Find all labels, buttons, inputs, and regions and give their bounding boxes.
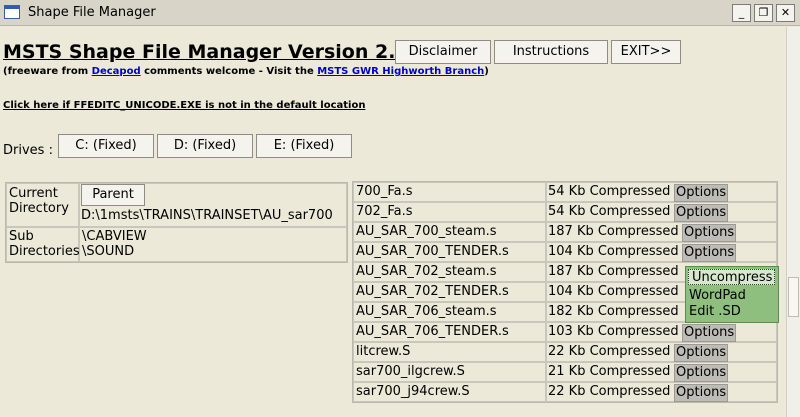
highworth-branch-link[interactable]: MSTS GWR Highworth Branch bbox=[317, 66, 484, 77]
close-icon[interactable]: ✕ bbox=[776, 4, 795, 22]
menu-item-uncompress[interactable]: Uncompress bbox=[688, 269, 775, 285]
subdir-cabview[interactable]: \CABVIEW bbox=[82, 229, 346, 244]
vertical-scrollbar[interactable] bbox=[786, 27, 800, 417]
file-row: 702_Fa.s 54 Kb Compressed Options bbox=[353, 202, 777, 222]
file-row: AU_SAR_706_TENDER.s 103 Kb Compressed Opt… bbox=[353, 322, 777, 342]
file-name: AU_SAR_706_TENDER.s bbox=[353, 322, 546, 342]
options-button[interactable]: Options bbox=[674, 364, 729, 382]
file-size: 104 Kb Compressed Options bbox=[546, 242, 777, 262]
options-button[interactable]: Options bbox=[674, 344, 729, 362]
file-size: 22 Kb Compressed Options bbox=[546, 382, 777, 402]
file-row: 700_Fa.s 54 Kb Compressed Options bbox=[353, 182, 777, 202]
minimize-icon[interactable]: _ bbox=[732, 4, 751, 22]
menu-item-wordpad[interactable]: WordPad bbox=[686, 288, 778, 304]
exit-button[interactable]: EXIT>> bbox=[611, 40, 681, 64]
app-window-icon bbox=[4, 5, 20, 19]
current-directory-label: Current Directory bbox=[6, 183, 79, 227]
client-area: MSTS Shape File Manager Version 2.4 Disc… bbox=[0, 27, 786, 417]
app-heading: MSTS Shape File Manager Version 2.4 bbox=[3, 41, 409, 63]
parent-button[interactable]: Parent bbox=[81, 184, 145, 206]
file-size: 21 Kb Compressed Options bbox=[546, 362, 777, 382]
window-title: Shape File Manager bbox=[28, 5, 156, 20]
freeware-note: (freeware from Decapod comments welcome … bbox=[3, 66, 489, 77]
options-button[interactable]: Options bbox=[674, 384, 729, 402]
title-bar: Shape File Manager _ ❐ ✕ bbox=[0, 0, 800, 26]
file-name: sar700_j94crew.S bbox=[353, 382, 546, 402]
drive-c-button[interactable]: C: (Fixed) bbox=[58, 134, 154, 158]
file-row: AU_SAR_700_TENDER.s 104 Kb Compressed Opt… bbox=[353, 242, 777, 262]
maximize-icon[interactable]: ❐ bbox=[754, 4, 773, 22]
instructions-button[interactable]: Instructions bbox=[494, 40, 608, 64]
drive-d-button[interactable]: D: (Fixed) bbox=[157, 134, 253, 158]
options-popup-menu: Uncompress WordPad Edit .SD bbox=[685, 266, 779, 323]
options-button[interactable]: Options bbox=[674, 184, 729, 202]
drives-label: Drives : bbox=[3, 143, 53, 158]
file-size: 22 Kb Compressed Options bbox=[546, 342, 777, 362]
options-button[interactable]: Options bbox=[682, 324, 737, 342]
options-button[interactable]: Options bbox=[682, 224, 737, 242]
file-size: 103 Kb Compressed Options bbox=[546, 322, 777, 342]
file-row: sar700_j94crew.S 22 Kb Compressed Options bbox=[353, 382, 777, 402]
file-row: sar700_ilgcrew.S 21 Kb Compressed Options bbox=[353, 362, 777, 382]
file-size: 54 Kb Compressed Options bbox=[546, 202, 777, 222]
file-size: 187 Kb Compressed Options bbox=[546, 222, 777, 242]
options-button[interactable]: Options bbox=[682, 244, 737, 262]
file-name: 702_Fa.s bbox=[353, 202, 546, 222]
current-path: D:\1msts\TRAINS\TRAINSET\AU_sar700 bbox=[81, 208, 333, 223]
file-name: AU_SAR_702_steam.s bbox=[353, 262, 546, 282]
file-name: litcrew.S bbox=[353, 342, 546, 362]
file-name: AU_SAR_700_TENDER.s bbox=[353, 242, 546, 262]
menu-item-edit-sd[interactable]: Edit .SD bbox=[686, 304, 778, 320]
file-name: AU_SAR_702_TENDER.s bbox=[353, 282, 546, 302]
decapod-link[interactable]: Decapod bbox=[92, 66, 141, 77]
ffeditc-location-link[interactable]: Click here if FFEDITC_UNICODE.EXE is not… bbox=[3, 100, 365, 111]
file-row: litcrew.S 22 Kb Compressed Options bbox=[353, 342, 777, 362]
file-name: AU_SAR_700_steam.s bbox=[353, 222, 546, 242]
file-name: sar700_ilgcrew.S bbox=[353, 362, 546, 382]
subdir-sound[interactable]: \SOUND bbox=[82, 244, 346, 259]
file-name: AU_SAR_706_steam.s bbox=[353, 302, 546, 322]
disclaimer-button[interactable]: Disclaimer bbox=[395, 40, 491, 64]
sub-directories-label: Sub Directories bbox=[6, 227, 80, 262]
scrollbar-thumb[interactable] bbox=[788, 277, 799, 317]
options-button[interactable]: Options bbox=[674, 204, 729, 222]
file-name: 700_Fa.s bbox=[353, 182, 546, 202]
file-row: AU_SAR_700_steam.s 187 Kb Compressed Opti… bbox=[353, 222, 777, 242]
sub-directories-list: \CABVIEW \SOUND bbox=[79, 227, 347, 262]
drive-e-button[interactable]: E: (Fixed) bbox=[256, 134, 352, 158]
file-size: 54 Kb Compressed Options bbox=[546, 182, 777, 202]
